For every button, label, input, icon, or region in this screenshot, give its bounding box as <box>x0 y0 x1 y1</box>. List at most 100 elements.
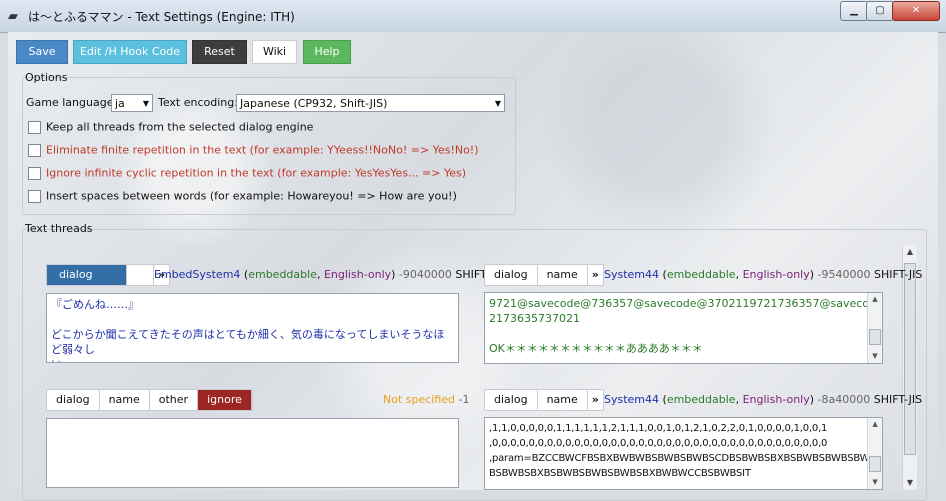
text-scrollbar[interactable]: ▲ ▼ <box>867 293 882 363</box>
text-encoding-value: Japanese (CP932, Shift-JIS) <box>240 97 388 110</box>
separator: , <box>735 393 743 406</box>
scroll-down-icon[interactable]: ▼ <box>868 350 882 363</box>
window-title: は〜とふるママン - Text Settings (Engine: ITH) <box>28 10 295 24</box>
embeddable-label: embeddable <box>248 268 317 281</box>
thread-id: -1 <box>455 393 470 406</box>
paren: ( <box>659 268 667 281</box>
tab-ignore[interactable]: ignore <box>198 390 252 410</box>
text-encoding-label: Text encoding: <box>158 96 238 109</box>
text-line: 9721@savecode@736357@savecode@3702119721… <box>489 297 883 310</box>
thread-encoding: SHIFT-JIS <box>870 268 923 281</box>
title-bar: ▰ は〜とふるママン - Text Settings (Engine: ITH)… <box>0 0 946 33</box>
chevron-down-icon: ▼ <box>494 99 501 108</box>
thread-1-text[interactable]: 『ごめんね……』 どこからか聞こえてきたその声はとてもか細く、気の毒になってしま… <box>46 293 459 363</box>
checkbox-box[interactable] <box>28 143 41 157</box>
ignore-cyclic-repetition-checkbox[interactable]: Ignore infinite cyclic repetition in the… <box>28 166 466 182</box>
checkbox-label: Ignore infinite cyclic repetition in the… <box>46 166 467 180</box>
thread-4-info: System44 (embeddable, English-only) -8a4… <box>604 393 922 406</box>
tab-name[interactable]: name <box>99 390 150 410</box>
checkbox-box[interactable] <box>28 166 41 180</box>
checkbox-box[interactable] <box>28 120 41 134</box>
dialog-client-area: Save Edit /H Hook Code Reset Wiki Help O… <box>8 32 938 501</box>
thread-status: Not specified <box>383 393 456 406</box>
keep-threads-checkbox[interactable]: Keep all threads from the selected dialo… <box>28 120 313 136</box>
tab-dialog[interactable]: dialog <box>47 390 100 410</box>
game-language-value: ja <box>115 97 125 110</box>
options-group-label: Options <box>25 71 68 84</box>
save-button[interactable]: Save <box>16 40 68 64</box>
scroll-up-icon[interactable]: ▲ <box>903 245 917 259</box>
scroll-down-icon[interactable]: ▼ <box>903 476 917 490</box>
scroll-up-icon[interactable]: ▲ <box>868 293 882 306</box>
text-line: どこからか聞こえてきたその声はとてもか細く、気の毒になってしまいそうなほど弱々し <box>51 328 445 356</box>
game-language-label: Game language: <box>26 96 118 109</box>
tab-name[interactable]: name <box>537 390 588 410</box>
thread-3-info: Not specified -1 <box>383 393 470 406</box>
help-button[interactable]: Help <box>303 40 351 64</box>
separator: , <box>735 268 743 281</box>
text-scrollbar[interactable]: ▲ ▼ <box>867 418 882 489</box>
separator: , <box>316 268 324 281</box>
thread-1-tabs: dialog » <box>46 264 171 286</box>
thread-name: System44 <box>604 393 660 406</box>
text-line-blank <box>51 312 454 327</box>
embeddable-label: embeddable <box>666 393 736 406</box>
tab-dialog[interactable]: dialog <box>485 390 538 410</box>
scrollbar-thumb[interactable] <box>869 456 881 472</box>
text-line: ,param=BZCCBWCFBSBXBWBWBSBWBSBWBSCDBSBWB… <box>489 453 870 464</box>
thread-2-info: System44 (embeddable, English-only) -954… <box>604 268 922 281</box>
more-tabs-button[interactable]: » <box>587 390 603 410</box>
text-line: 2173635737021 <box>489 312 580 325</box>
checkbox-label: Insert spaces between words (for example… <box>46 189 457 203</box>
english-only-label: English-only <box>323 268 392 281</box>
scrollbar-thumb[interactable] <box>904 263 916 455</box>
text-line: ,1,1,0,0,0,0,0,1,1,1,1,1,1,2,1,1,1,0,0,1… <box>489 423 828 434</box>
english-only-label: English-only <box>742 393 810 406</box>
reset-button[interactable]: Reset <box>192 40 247 64</box>
chevron-down-icon: ▼ <box>142 99 149 108</box>
wiki-button[interactable]: Wiki <box>252 40 297 64</box>
text-line: OK＊＊＊＊＊＊＊＊＊＊＊ああああ＊＊＊ <box>489 342 703 355</box>
thread-id: -9540000 <box>814 268 871 281</box>
scroll-down-icon[interactable]: ▼ <box>868 476 882 489</box>
checkbox-label: Keep all threads from the selected dialo… <box>46 120 314 134</box>
thread-id: -9040000 <box>395 268 452 281</box>
thread-name: System44 <box>604 268 660 281</box>
more-tabs-button[interactable]: » <box>587 265 603 285</box>
text-line: 『ごめんね……』 <box>51 298 139 311</box>
book-icon: ▰ <box>8 9 18 24</box>
text-threads-label: Text threads <box>25 222 93 235</box>
insert-spaces-checkbox[interactable]: Insert spaces between words (for example… <box>28 189 457 205</box>
paren: ( <box>659 393 667 406</box>
minimize-button[interactable]: ▁ <box>840 1 868 21</box>
english-only-label: English-only <box>742 268 810 281</box>
text-line: い。 <box>51 357 454 362</box>
eliminate-repetition-checkbox[interactable]: Eliminate finite repetition in the text … <box>28 143 479 159</box>
thread-encoding: SHIFT-JIS <box>870 393 923 406</box>
thread-3-text[interactable] <box>46 418 459 488</box>
thread-4-text[interactable]: ,1,1,0,0,0,0,0,1,1,1,1,1,1,2,1,1,1,0,0,1… <box>484 417 883 490</box>
thread-name: EmbedSystem4 <box>154 268 241 281</box>
edit-hook-code-button[interactable]: Edit /H Hook Code <box>73 40 187 64</box>
checkbox-box[interactable] <box>28 189 41 203</box>
tab-dialog[interactable]: dialog <box>47 265 127 285</box>
scrollbar-thumb[interactable] <box>869 329 881 345</box>
text-line-blank <box>489 326 864 341</box>
threads-scrollbar[interactable]: ▲ ▼ <box>902 245 917 490</box>
checkbox-label: Eliminate finite repetition in the text … <box>46 143 479 157</box>
tab-other[interactable]: other <box>149 390 199 410</box>
thread-id: -8a40000 <box>814 393 871 406</box>
scroll-up-icon[interactable]: ▲ <box>868 418 882 431</box>
close-button[interactable]: ✕ <box>892 1 940 21</box>
text-line: ,0,0,0,0,0,0,0,0,0,0,0,0,0,0,0,0,0,0,0,0… <box>489 438 828 449</box>
tab-dialog[interactable]: dialog <box>485 265 538 285</box>
tab-name[interactable]: name <box>537 265 588 285</box>
text-encoding-select[interactable]: Japanese (CP932, Shift-JIS) ▼ <box>236 94 505 112</box>
tab-spacer <box>127 265 154 285</box>
embeddable-label: embeddable <box>666 268 736 281</box>
game-language-select[interactable]: ja ▼ <box>111 94 153 112</box>
text-line: BSBWBSBXBSBWBSBWBSBWBSBXBWBWCCBSBWBSIT <box>489 468 751 479</box>
maximize-button[interactable]: ▢ <box>866 1 894 21</box>
thread-2-text[interactable]: 9721@savecode@736357@savecode@3702119721… <box>484 292 883 364</box>
thread-4-tabs: dialog name » <box>484 389 604 411</box>
